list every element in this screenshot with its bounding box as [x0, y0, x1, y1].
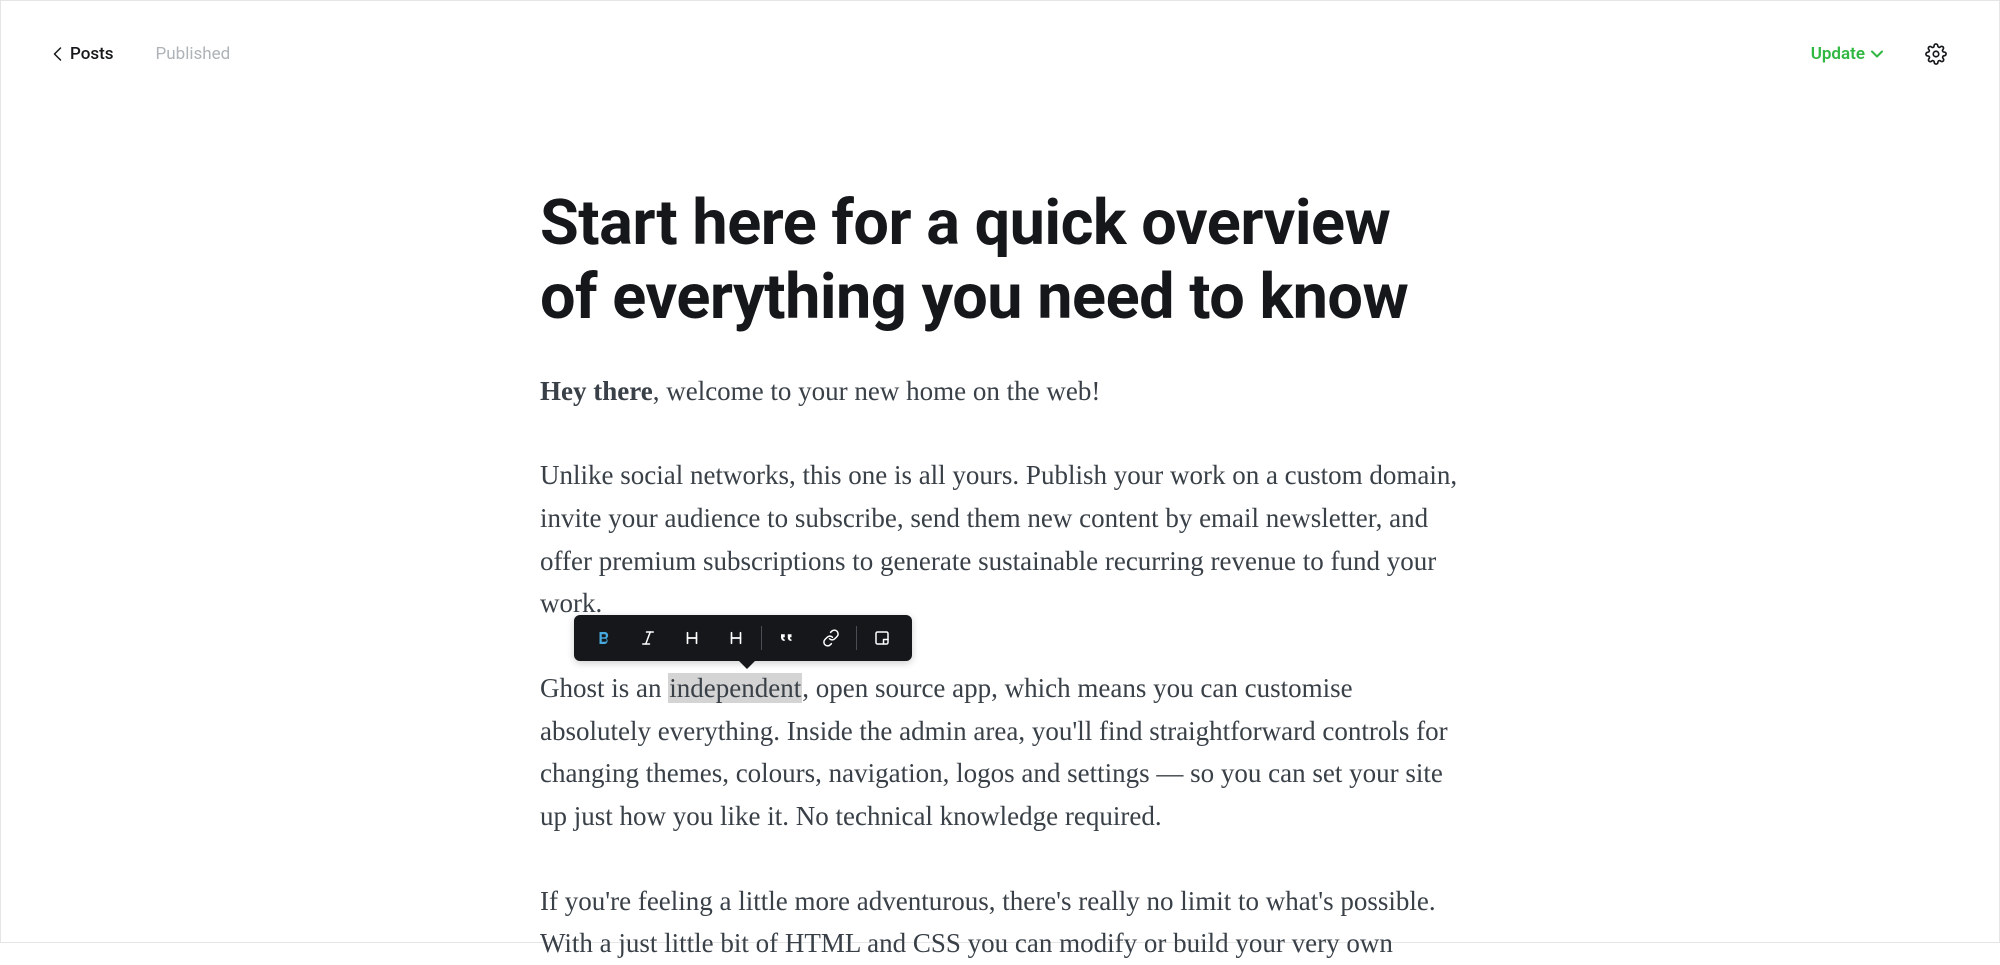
back-to-posts-link[interactable]: Posts: [53, 44, 114, 64]
chevron-down-icon: [1871, 50, 1883, 58]
paragraph-2[interactable]: Unlike social networks, this one is all …: [540, 454, 1460, 625]
heading-small-button[interactable]: [714, 615, 758, 661]
heading-small-icon: [727, 629, 745, 647]
post-body[interactable]: Hey there, welcome to your new home on t…: [540, 370, 1460, 965]
editor-content[interactable]: Start here for a quick overview of every…: [520, 77, 1480, 965]
chevron-left-icon: [53, 47, 62, 61]
selected-text: independent: [668, 673, 802, 703]
p1-strong: Hey there: [540, 376, 653, 406]
snippet-button[interactable]: [860, 615, 904, 661]
update-label: Update: [1811, 44, 1865, 64]
paragraph-4[interactable]: If you're feeling a little more adventur…: [540, 880, 1460, 965]
toolbar-divider: [761, 626, 762, 650]
quote-button[interactable]: [765, 615, 809, 661]
post-status: Published: [156, 44, 231, 64]
bold-button[interactable]: [582, 615, 626, 661]
link-icon: [822, 629, 840, 647]
header-right: Update: [1811, 43, 1947, 65]
heading-large-icon: [683, 629, 701, 647]
link-button[interactable]: [809, 615, 853, 661]
back-link-label: Posts: [70, 44, 114, 64]
italic-button[interactable]: [626, 615, 670, 661]
update-button[interactable]: Update: [1811, 44, 1883, 64]
heading-large-button[interactable]: [670, 615, 714, 661]
p3-a: Ghost is an: [540, 673, 668, 703]
toolbar-divider: [856, 626, 857, 650]
italic-icon: [639, 629, 657, 647]
gear-icon: [1925, 43, 1947, 65]
bold-icon: [595, 629, 613, 647]
settings-button[interactable]: [1925, 43, 1947, 65]
snippet-icon: [873, 629, 891, 647]
formatting-toolbar: [574, 615, 912, 661]
paragraph-1[interactable]: Hey there, welcome to your new home on t…: [540, 370, 1460, 413]
p1-rest: , welcome to your new home on the web!: [653, 376, 1101, 406]
paragraph-3[interactable]: Ghost is an independent, open source app…: [540, 667, 1460, 838]
quote-icon: [778, 629, 796, 647]
post-title[interactable]: Start here for a quick overview of every…: [540, 187, 1460, 336]
header-left: Posts Published: [53, 44, 230, 64]
editor-header: Posts Published Update: [1, 1, 1999, 77]
